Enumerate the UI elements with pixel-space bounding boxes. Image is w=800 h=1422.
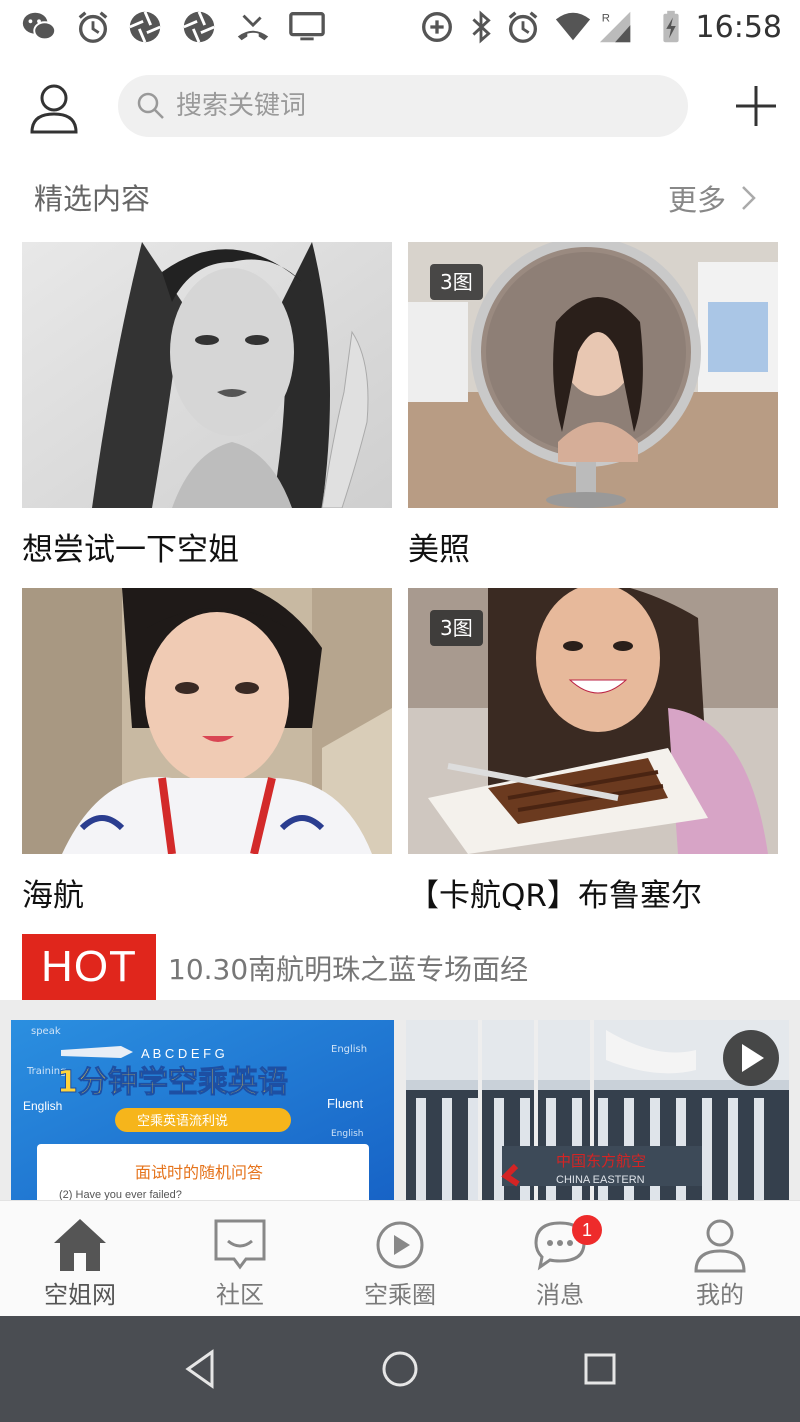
alarm-icon <box>78 11 108 43</box>
screen-cast-icon <box>289 12 325 41</box>
back-triangle-icon[interactable] <box>178 1346 224 1392</box>
plus-icon[interactable] <box>734 84 778 128</box>
lesson-tagline: 空乘英语流利说 <box>137 1114 228 1129</box>
search-icon <box>137 92 164 119</box>
card-title: 【卡航QR】布鲁塞尔 <box>408 878 702 914</box>
wechat-icon <box>22 12 57 41</box>
airline-sign-cn: 中国东方航空 <box>556 1152 646 1170</box>
english-label-bottom: English <box>331 1129 364 1139</box>
bottom-nav: 空姐网 社区 空乘圈 1 消息 我的 <box>0 1200 800 1316</box>
search-input[interactable] <box>176 75 666 137</box>
video-strip: speak A B C D E F G English Training 1分钟… <box>0 1000 800 1200</box>
nav-label: 我的 <box>696 1281 744 1309</box>
person-icon[interactable] <box>26 80 82 136</box>
card-image-waffle[interactable]: 3图 <box>408 588 778 854</box>
more-label: 更多 <box>667 183 726 217</box>
section-title: 精选内容 <box>34 182 151 216</box>
chat-box-icon <box>214 1219 266 1270</box>
home-icon <box>54 1219 106 1271</box>
alarm-icon <box>508 11 538 43</box>
english-label-top: English <box>331 1044 367 1055</box>
hot-headline-text[interactable]: 10.30南航明珠之蓝专场面经 <box>168 948 528 988</box>
person-icon <box>694 1219 746 1273</box>
nav-item-home[interactable]: 空姐网 <box>0 1201 160 1317</box>
nav-item-community[interactable]: 社区 <box>160 1201 320 1317</box>
alphabet-label: A B C D E F G <box>141 1046 225 1061</box>
lesson-question: (2) Have you ever failed? <box>59 1189 182 1200</box>
wifi-icon <box>555 12 591 41</box>
english-label-left: English <box>23 1099 62 1113</box>
card-image-mirror[interactable]: 3图 <box>408 242 778 508</box>
nav-label: 社区 <box>216 1281 264 1309</box>
svg-text:R: R <box>602 12 610 24</box>
nav-label: 空姐网 <box>44 1281 116 1309</box>
airline-sign-en: CHINA EASTERN <box>556 1174 645 1186</box>
aperture-icon <box>129 11 161 43</box>
top-header <box>0 56 800 156</box>
more-link[interactable]: 更多 <box>668 170 758 226</box>
image-count-badge: 3图 <box>430 264 483 300</box>
nav-label: 消息 <box>536 1281 584 1309</box>
card-title: 美照 <box>408 532 470 568</box>
aperture-icon <box>183 11 215 43</box>
video-thumb-english-lesson[interactable]: speak A B C D E F G English Training 1分钟… <box>11 1020 394 1200</box>
clock: 16:58 <box>695 10 782 45</box>
hot-badge: HOT <box>22 934 156 1000</box>
recents-square-icon[interactable] <box>577 1346 623 1392</box>
missed-call-icon <box>237 14 269 41</box>
nav-item-me[interactable]: 我的 <box>640 1201 800 1317</box>
nav-item-messages[interactable]: 1 消息 <box>480 1201 640 1317</box>
lesson-headline: 1分钟学空乘英语 <box>57 1065 288 1100</box>
unread-badge: 1 <box>572 1215 602 1245</box>
card-title: 想尝试一下空姐 <box>22 532 239 568</box>
speak-label: speak <box>31 1026 61 1037</box>
play-circle-icon <box>376 1221 424 1269</box>
bluetooth-icon <box>472 10 491 44</box>
fluent-label: Fluent <box>327 1096 364 1111</box>
chevron-right-icon <box>742 186 756 210</box>
image-count-badge: 3图 <box>430 610 483 646</box>
featured-section-header: 精选内容 更多 <box>0 170 800 226</box>
video-thumb-airline-building[interactable]: 中国东方航空 CHINA EASTERN <box>406 1020 789 1200</box>
signal-roaming-icon: R <box>599 11 631 43</box>
lesson-card-title: 面试时的随机问答 <box>135 1163 263 1182</box>
card-image-bw-portrait[interactable] <box>22 242 392 508</box>
nav-item-circle[interactable]: 空乘圈 <box>320 1201 480 1317</box>
search-bar[interactable] <box>118 75 688 137</box>
status-bar: R 16:58 <box>0 0 800 56</box>
card-image-uniform-selfie[interactable] <box>22 588 392 854</box>
system-nav-bar <box>0 1316 800 1422</box>
hot-headline[interactable]: HOT 10.30南航明珠之蓝专场面经 <box>0 934 800 1000</box>
card-title: 海航 <box>22 878 84 914</box>
battery-charging-icon <box>663 10 679 43</box>
home-circle-icon[interactable] <box>377 1346 423 1392</box>
data-saver-icon <box>422 12 452 42</box>
nav-label: 空乘圈 <box>364 1281 436 1309</box>
